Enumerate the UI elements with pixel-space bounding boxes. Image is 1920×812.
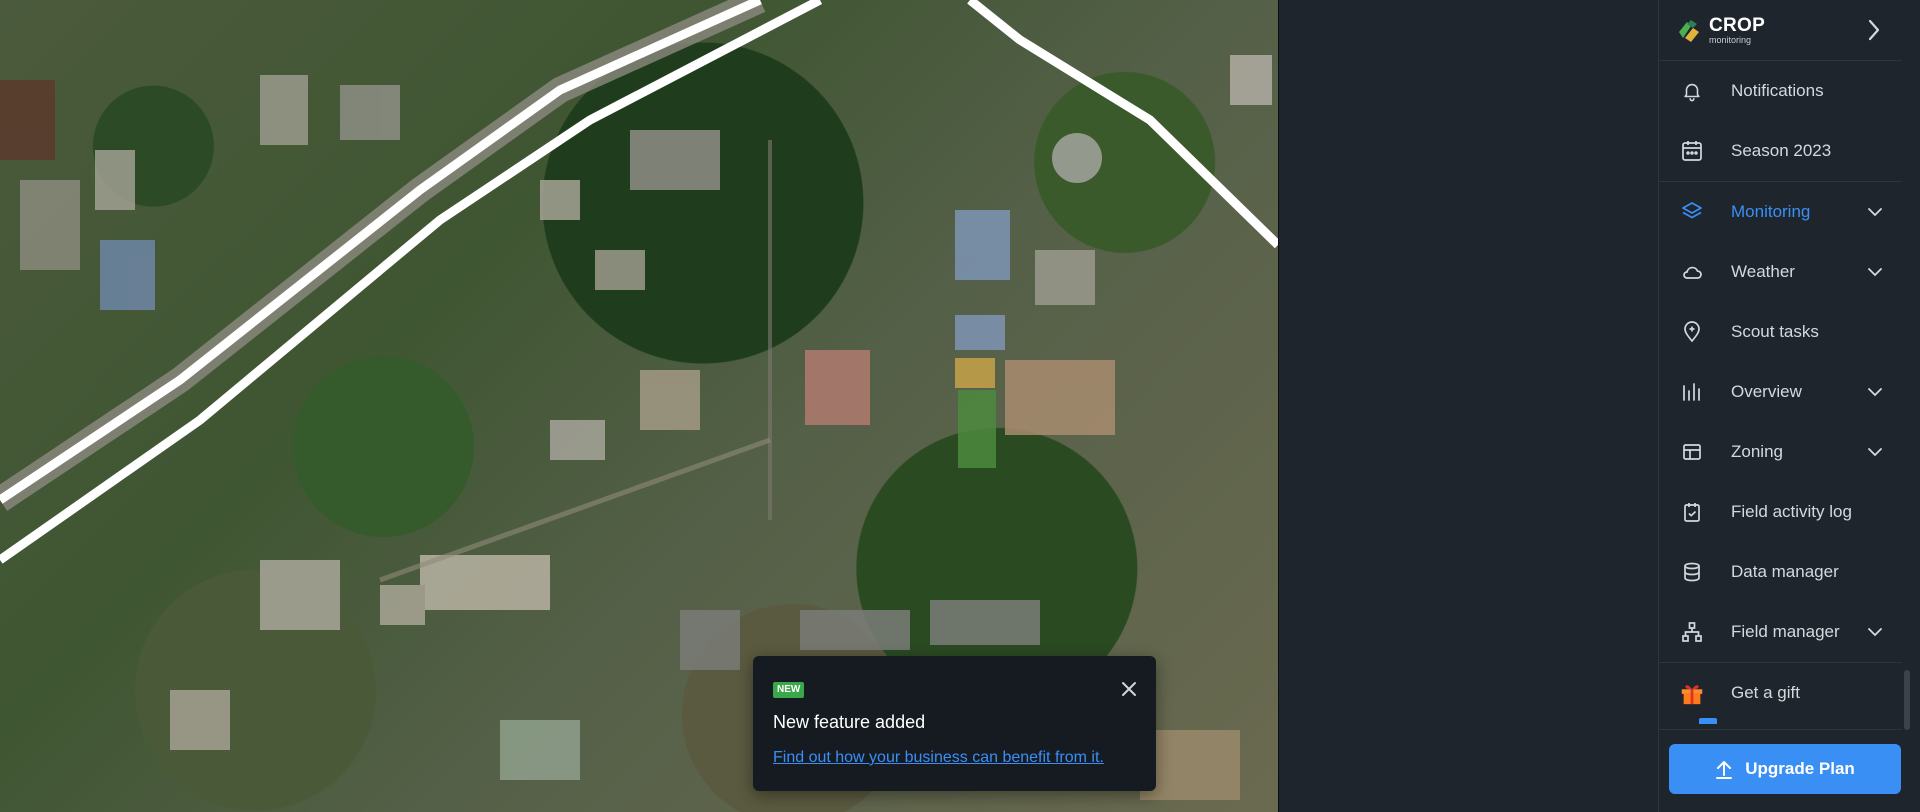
chevron-right-icon[interactable] bbox=[1862, 18, 1886, 42]
sidebar: CROP monitoring Notifications Season 202… bbox=[1658, 0, 1902, 812]
sidebar-item-overview[interactable]: Overview bbox=[1659, 362, 1902, 422]
new-feature-toast: NEW New feature added Find out how your … bbox=[753, 656, 1156, 791]
chevron-down-icon[interactable] bbox=[1866, 623, 1884, 641]
layers-icon bbox=[1679, 199, 1705, 225]
upgrade-section: Upgrade Plan bbox=[1659, 718, 1902, 812]
sidebar-item-label: Overview bbox=[1731, 382, 1802, 401]
close-icon[interactable] bbox=[1118, 678, 1140, 700]
sidebar-item-label: Field activity log bbox=[1731, 502, 1852, 521]
upload-arrow-icon bbox=[1716, 761, 1733, 779]
upgrade-plan-button[interactable]: Upgrade Plan bbox=[1669, 744, 1901, 794]
sidebar-item-notifications[interactable]: Notifications bbox=[1659, 61, 1902, 121]
sidebar-item-label: Scout tasks bbox=[1731, 322, 1819, 341]
sidebar-item-data-manager[interactable]: Data manager bbox=[1659, 542, 1902, 602]
gift-icon bbox=[1679, 680, 1705, 706]
upgrade-plan-label: Upgrade Plan bbox=[1745, 759, 1855, 778]
calendar-icon bbox=[1679, 138, 1705, 164]
sidebar-item-label: Get a gift bbox=[1731, 683, 1800, 702]
clipboard-check-icon bbox=[1679, 499, 1705, 525]
sidebar-item-season[interactable]: Season 2023 bbox=[1659, 121, 1902, 181]
sidebar-item-field-activity-log[interactable]: Field activity log bbox=[1659, 482, 1902, 542]
new-badge: NEW bbox=[773, 682, 805, 698]
partial-item-indicator bbox=[1699, 718, 1717, 724]
hierarchy-icon bbox=[1679, 619, 1705, 645]
sidebar-item-label: Monitoring bbox=[1731, 202, 1811, 221]
sidebar-item-label: Notifications bbox=[1731, 81, 1824, 100]
sidebar-item-label: Season 2023 bbox=[1731, 141, 1832, 160]
chevron-down-icon[interactable] bbox=[1866, 443, 1884, 461]
bell-icon bbox=[1679, 78, 1705, 104]
sidebar-item-weather[interactable]: Weather bbox=[1659, 242, 1902, 302]
toast-title: New feature added bbox=[773, 712, 926, 732]
sidebar-menu: Notifications Season 2023 Monitoring Wea… bbox=[1659, 61, 1902, 723]
sidebar-item-get-a-gift[interactable]: Get a gift bbox=[1659, 663, 1902, 723]
crop-monitoring-logo[interactable] bbox=[1675, 16, 1703, 44]
sidebar-item-label: Zoning bbox=[1731, 442, 1783, 461]
sidebar-scrollbar-thumb[interactable] bbox=[1904, 670, 1910, 730]
chevron-down-icon[interactable] bbox=[1866, 383, 1884, 401]
sidebar-item-label: Field manager bbox=[1731, 622, 1840, 641]
brand-subtitle: monitoring bbox=[1709, 34, 1752, 45]
brand-header: CROP monitoring bbox=[1659, 0, 1902, 61]
brand-text: CROP monitoring bbox=[1709, 16, 1765, 45]
layout-icon bbox=[1679, 439, 1705, 465]
chevron-down-icon[interactable] bbox=[1866, 263, 1884, 281]
cloud-icon bbox=[1679, 259, 1705, 285]
sidebar-item-monitoring[interactable]: Monitoring bbox=[1659, 182, 1902, 242]
chevron-down-icon[interactable] bbox=[1866, 203, 1884, 221]
sidebar-item-zoning[interactable]: Zoning bbox=[1659, 422, 1902, 482]
sidebar-item-field-manager[interactable]: Field manager bbox=[1659, 602, 1902, 662]
brand-title: CROP bbox=[1709, 14, 1766, 36]
sidebar-item-label: Weather bbox=[1731, 262, 1795, 281]
sidebar-item-scout-tasks[interactable]: Scout tasks bbox=[1659, 302, 1902, 362]
toast-learn-more-link[interactable]: Find out how your business can benefit f… bbox=[773, 749, 1104, 767]
database-icon bbox=[1679, 559, 1705, 585]
map-pin-plus-icon bbox=[1679, 319, 1705, 345]
side-panel-empty bbox=[1279, 0, 1658, 812]
bar-chart-icon bbox=[1679, 379, 1705, 405]
sidebar-item-label: Data manager bbox=[1731, 562, 1839, 581]
